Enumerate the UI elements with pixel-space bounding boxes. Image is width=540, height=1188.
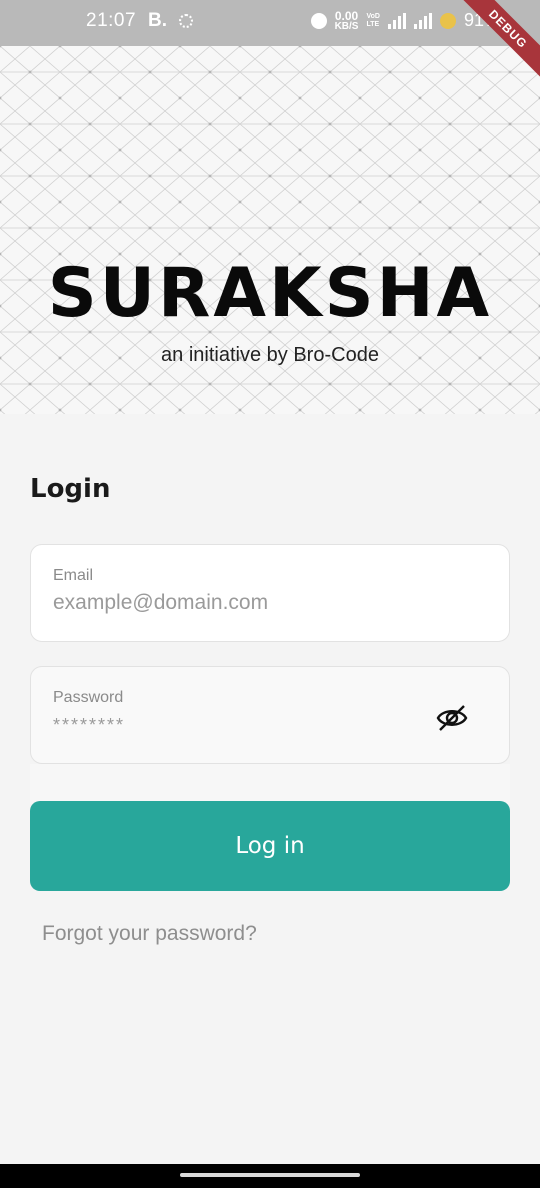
status-right: 0.00 KB/S VoD LTE 91%: [310, 10, 500, 32]
volte-top: VoD: [366, 12, 380, 20]
eye-off-icon[interactable]: [435, 703, 469, 733]
status-bar: 21:07 B. 0.00 KB/S VoD LTE 91%: [0, 0, 540, 46]
battery-saver-icon: [439, 12, 456, 29]
password-label: Password: [53, 689, 124, 706]
alarm-icon: [310, 12, 327, 29]
signal-icon: [387, 12, 406, 29]
password-field[interactable]: Password: [30, 666, 510, 764]
volte-indicator: VoD LTE: [366, 13, 379, 29]
password-input[interactable]: [53, 715, 443, 736]
net-speed-unit: KB/S: [334, 21, 359, 32]
volte-bottom: LTE: [366, 20, 380, 28]
login-button[interactable]: Log in: [30, 801, 510, 891]
status-left: 21:07 B.: [86, 10, 194, 32]
net-speed: 0.00 KB/S: [334, 10, 359, 32]
signal-icon: [413, 12, 432, 29]
form-spacer: [30, 764, 510, 804]
forgot-password-link[interactable]: Forgot your password?: [42, 922, 257, 946]
carrier-badge: B.: [148, 10, 168, 31]
hero-header: SURAKSHA an initiative by Bro-Code: [0, 46, 540, 414]
navigation-bar: [0, 1164, 540, 1188]
home-indicator[interactable]: [180, 1173, 360, 1177]
status-time: 21:07: [86, 10, 137, 31]
email-input[interactable]: [53, 591, 443, 615]
email-label: Email: [53, 567, 94, 584]
app-subtitle: an initiative by Bro-Code: [161, 344, 379, 366]
app-title: SURAKSHA: [47, 254, 493, 333]
login-heading: Login: [30, 474, 111, 504]
sync-icon: [179, 14, 194, 28]
email-field[interactable]: Email: [30, 544, 510, 642]
